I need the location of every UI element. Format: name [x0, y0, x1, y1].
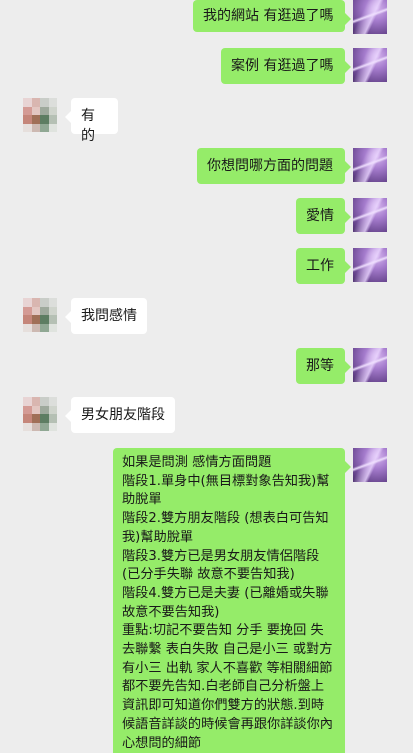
message-line: 階段3.雙方已是男女朋友情侶階段(已分手失聯 故意不要告知我) — [122, 548, 320, 583]
message-bubble[interactable]: 那等 — [296, 348, 351, 384]
message-bubble[interactable]: 我的網站 有逛過了嗎 — [193, 0, 351, 32]
avatar[interactable] — [23, 98, 57, 132]
message-bubble[interactable]: 男女朋友階段 — [65, 397, 175, 433]
avatar[interactable] — [353, 348, 387, 382]
message-bubble[interactable]: 我問感情 — [65, 298, 147, 334]
message-line: 階段4.雙方已是夫妻 (已離婚或失聯 故意不要告知我) — [122, 585, 329, 620]
avatar[interactable] — [353, 48, 387, 82]
chat-window[interactable]: 我的網站 有逛過了嗎 案例 有逛過了嗎 有的 你想問哪方面的問題 愛情 工作 我… — [0, 0, 413, 753]
message-line: 重點:切記不要告知 分手 要挽回 失去聯繫 表白失敗 自己是小三 或對方有小三 … — [122, 623, 333, 751]
message-bubble[interactable]: 愛情 — [296, 198, 351, 234]
avatar[interactable] — [23, 397, 57, 431]
message-bubble[interactable]: 案例 有逛過了嗎 — [221, 48, 351, 84]
message-bubble[interactable]: 有的 — [65, 98, 118, 144]
message-line: 如果是問測 感情方面問題 — [122, 455, 272, 470]
avatar[interactable] — [353, 0, 387, 34]
message-bubble[interactable]: 如果是問測 感情方面問題 階段1.單身中(無目標對象告知我)幫助脫單 階段2.雙… — [113, 448, 351, 753]
avatar[interactable] — [353, 148, 387, 182]
message-bubble[interactable]: 你想問哪方面的問題 — [197, 148, 351, 184]
message-line: 階段1.單身中(無目標對象告知我)幫助脫單 — [122, 473, 330, 508]
avatar[interactable] — [23, 298, 57, 332]
message-bubble[interactable]: 工作 — [296, 248, 351, 284]
avatar[interactable] — [353, 448, 387, 482]
message-line: 階段2.雙方朋友階段 (想表白可告知我)幫助脫單 — [122, 511, 329, 545]
avatar[interactable] — [353, 198, 387, 232]
avatar[interactable] — [353, 248, 387, 282]
